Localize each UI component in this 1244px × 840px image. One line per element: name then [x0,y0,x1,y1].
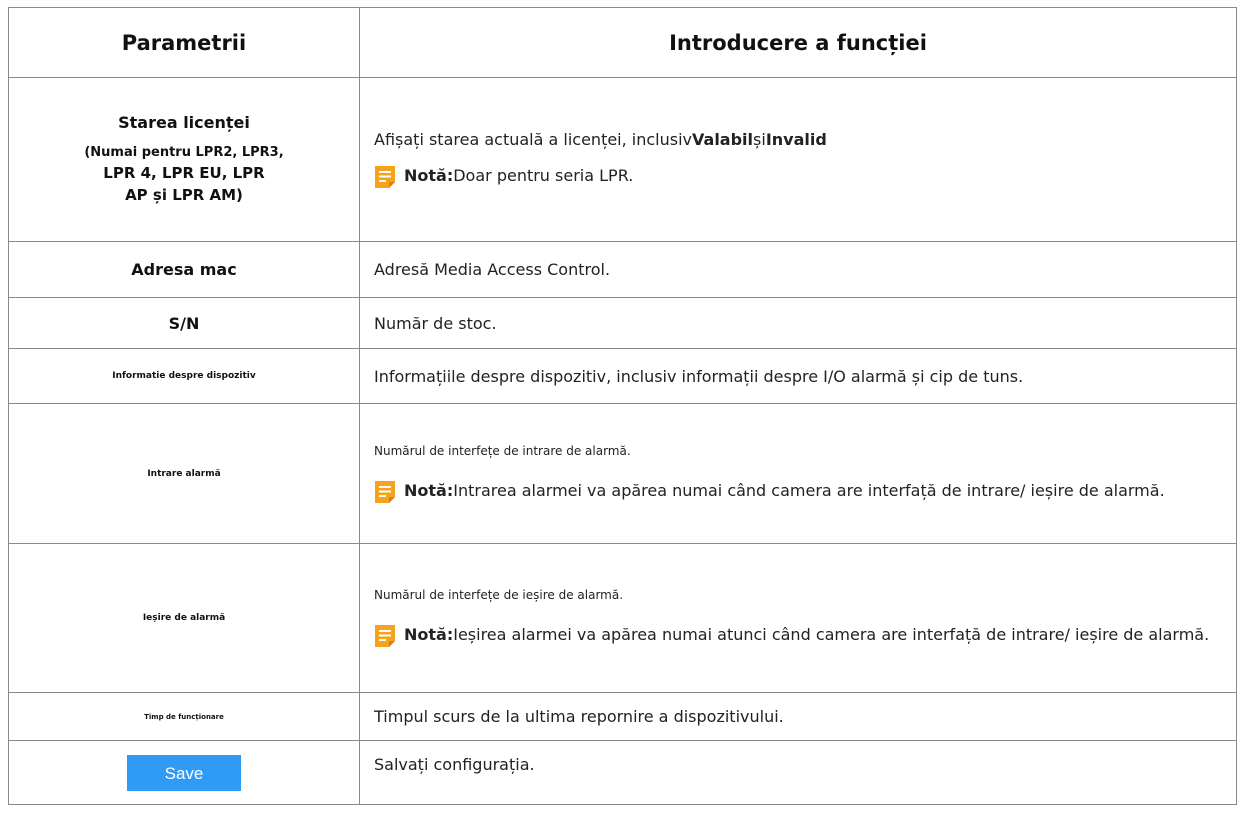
sn-label: S/N [8,297,360,349]
license-sub-2: LPR 4, LPR EU, LPR [103,164,265,182]
license-invalid-label: Invalid [765,130,827,149]
alarm-output-desc: Numărul de interfețe de ieșire de alarmă… [374,588,624,602]
alarm-output-label: Ieșire de alarmă [8,543,360,693]
license-note-label: Notă: [404,166,454,185]
license-note: Notă:Doar pentru seria LPR. [374,165,1236,189]
alarm-input-desc: Numărul de interfețe de intrare de alarm… [374,443,631,458]
license-sub-3: AP și LPR AM) [125,186,243,204]
table-row-alarm-input: Intrare alarmă Numărul de interfețe de i… [8,403,1237,544]
alarm-output-note: Notă:Ieșirea alarmei va apărea numai atu… [374,624,1236,648]
save-button[interactable]: Save [127,754,241,791]
license-note-text: Doar pentru seria LPR. [453,166,634,185]
alarm-output-note-label: Notă: [404,625,454,644]
table-row-mac: Adresa mac Adresă Media Access Control. [8,241,1237,298]
table-row-save: Save Salvați configurația. [8,740,1237,805]
license-desc-prefix: Afișați starea actuală a licenței, inclu… [374,130,693,149]
header-parameters: Parametrii [8,7,360,78]
mac-label: Adresa mac [8,241,360,298]
license-title: Starea licenței [118,113,250,132]
alarm-output-desc-cell: Numărul de interfețe de ieșire de alarmă… [359,543,1237,693]
license-desc-cell: Afișați starea actuală a licenței, inclu… [359,77,1237,242]
table-row-sn: S/N Număr de stoc. [8,297,1237,349]
note-icon [374,624,396,648]
alarm-input-desc-cell: Numărul de interfețe de intrare de alarm… [359,403,1237,544]
license-sub-1: (Numai pentru LPR2, LPR3, [84,145,284,160]
parameters-table: Parametrii Introducere a funcției Starea… [8,7,1237,805]
table-row-alarm-output: Ieșire de alarmă Numărul de interfețe de… [8,543,1237,693]
table-header-row: Parametrii Introducere a funcției [8,7,1237,78]
note-icon [374,480,396,504]
save-desc: Salvați configurația. [359,740,1237,805]
device-info-desc: Informațiile despre dispozitiv, inclusiv… [359,348,1237,404]
alarm-output-note-text: Ieșirea alarmei va apărea numai atunci c… [453,625,1210,644]
table-row-license: Starea licenței (Numai pentru LPR2, LPR3… [8,77,1237,242]
license-desc-mid: și [753,130,766,149]
license-desc: Afișați starea actuală a licenței, inclu… [374,130,1236,149]
device-info-label: Informatie despre dispozitiv [8,348,360,404]
save-cell: Save [8,740,360,805]
license-label-cell: Starea licenței (Numai pentru LPR2, LPR3… [8,77,360,242]
note-icon [374,165,396,189]
license-valid-label: Valabil [692,130,754,149]
uptime-desc: Timpul scurs de la ultima repornire a di… [359,692,1237,741]
alarm-input-note-text: Intrarea alarmei va apărea numai când ca… [453,480,1165,500]
sn-desc: Număr de stoc. [359,297,1237,349]
alarm-input-note: Notă:Intrarea alarmei va apărea numai câ… [374,480,1236,504]
alarm-input-note-label: Notă: [404,480,454,500]
alarm-input-label: Intrare alarmă [8,403,360,544]
mac-desc: Adresă Media Access Control. [359,241,1237,298]
header-function-intro: Introducere a funcției [359,7,1237,78]
uptime-label: Timp de funcționare [8,692,360,741]
table-row-uptime: Timp de funcționare Timpul scurs de la u… [8,692,1237,741]
table-row-device-info: Informatie despre dispozitiv Informațiil… [8,348,1237,404]
